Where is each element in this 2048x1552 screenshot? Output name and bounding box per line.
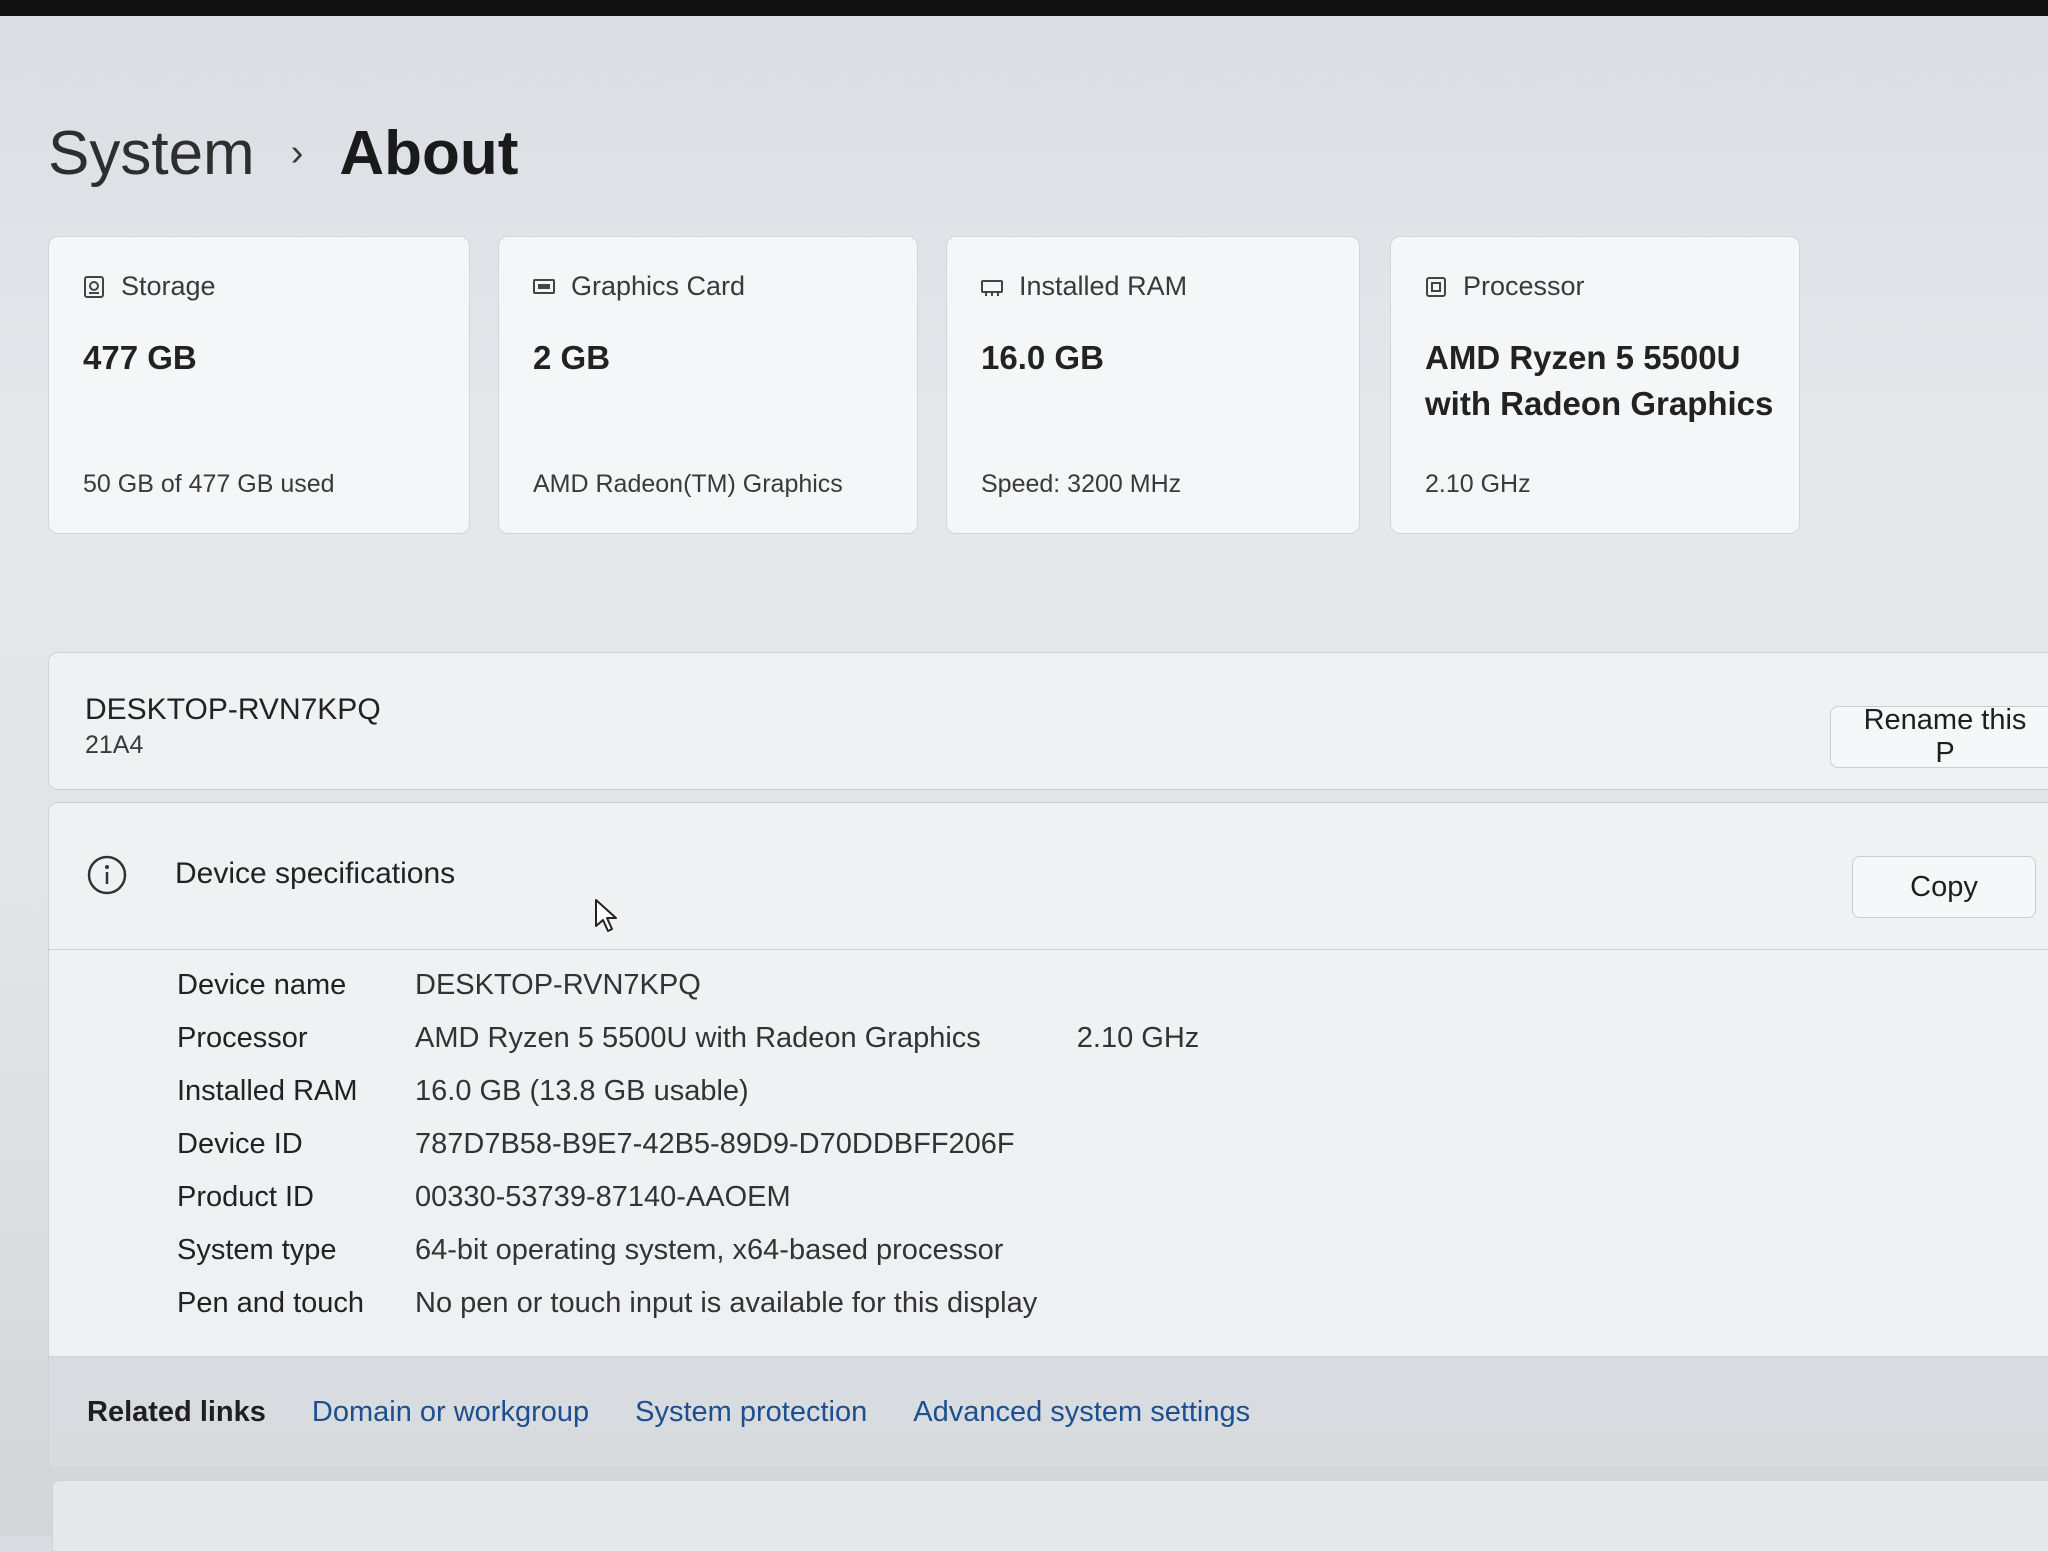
graphics-card-label: Graphics Card xyxy=(571,271,746,301)
device-name-panel: DESKTOP-RVN7KPQ 21A4 xyxy=(48,652,2048,790)
spec-label: Pen and touch xyxy=(177,1287,365,1319)
spec-value: AMD Ryzen 5 5500U with Radeon Graphics xyxy=(415,1022,981,1054)
processor-label: Processor xyxy=(1463,271,1585,301)
processor-speed: 2.10 GHz xyxy=(1425,470,1531,498)
storage-usage: 50 GB of 477 GB used xyxy=(83,470,335,498)
ram-speed: Speed: 3200 MHz xyxy=(981,470,1182,498)
storage-card[interactable]: Storage 477 GB 50 GB of 477 GB used xyxy=(48,236,470,534)
spec-label: Device ID xyxy=(177,1128,303,1160)
info-icon xyxy=(87,855,127,895)
spec-row-device-id: Device ID 787D7B58-B9E7-42B5-89D9-D70DDB… xyxy=(177,1128,1199,1181)
link-domain-or-workgroup[interactable]: Domain or workgroup xyxy=(312,1396,589,1429)
storage-icon xyxy=(84,275,104,298)
spec-row-installed-ram: Installed RAM 16.0 GB (13.8 GB usable) xyxy=(177,1075,1199,1128)
device-name: DESKTOP-RVN7KPQ xyxy=(85,693,381,726)
link-system-protection[interactable]: System protection xyxy=(635,1396,867,1429)
related-links-bar: Related links Domain or workgroup System… xyxy=(48,1357,2048,1469)
spec-label: System type xyxy=(177,1234,337,1266)
chevron-right-icon: › xyxy=(290,132,304,174)
related-links-title: Related links xyxy=(87,1396,266,1428)
spec-label: Device name xyxy=(177,969,347,1001)
link-advanced-system-settings[interactable]: Advanced system settings xyxy=(913,1396,1250,1429)
processor-value-line-1: AMD Ryzen 5 5500U xyxy=(1425,339,1741,376)
device-specifications-title: Device specifications xyxy=(175,857,456,890)
spec-value: 787D7B58-B9E7-42B5-89D9-D70DDBFF206F xyxy=(415,1128,1015,1160)
spec-label: Processor xyxy=(177,1022,308,1054)
breadcrumb-system[interactable]: System xyxy=(48,118,255,189)
mouse-cursor-icon xyxy=(595,899,617,932)
spec-value: 16.0 GB (13.8 GB usable) xyxy=(415,1075,749,1107)
spec-value: DESKTOP-RVN7KPQ xyxy=(415,969,701,1001)
device-model: 21A4 xyxy=(85,731,144,759)
spec-value: 00330-53739-87140-AAOEM xyxy=(415,1181,791,1213)
ram-icon xyxy=(981,279,1003,296)
ram-value: 16.0 GB xyxy=(981,339,1104,376)
spec-label: Product ID xyxy=(177,1181,314,1213)
spec-processor-speed: 2.10 GHz xyxy=(1076,1022,1200,1054)
storage-label: Storage xyxy=(121,271,216,301)
device-specifications-panel: Device specifications Device name DESKTO… xyxy=(48,802,2048,1357)
spec-list: Device name DESKTOP-RVN7KPQ Processor AM… xyxy=(177,969,1199,1340)
ram-card[interactable]: Installed RAM 16.0 GB Speed: 3200 MHz xyxy=(946,236,1360,534)
window-top-edge xyxy=(0,0,2048,16)
next-section-panel xyxy=(52,1480,2048,1552)
processor-value: AMD Ryzen 5 5500U with Radeon Graphics xyxy=(1425,335,1773,427)
spec-row-processor: Processor AMD Ryzen 5 5500U with Radeon … xyxy=(177,1022,1199,1075)
spec-row-device-name: Device name DESKTOP-RVN7KPQ xyxy=(177,969,1199,1022)
graphics-card-model: AMD Radeon(TM) Graphics xyxy=(533,470,843,498)
spec-value: 64-bit operating system, x64-based proce… xyxy=(415,1234,1004,1266)
processor-card[interactable]: Processor AMD Ryzen 5 5500U with Radeon … xyxy=(1390,236,1800,534)
storage-value: 477 GB xyxy=(83,339,197,376)
spec-label: Installed RAM xyxy=(177,1075,358,1107)
spec-value: No pen or touch input is available for t… xyxy=(415,1287,1038,1319)
ram-label: Installed RAM xyxy=(1019,271,1188,301)
graphics-card-value: 2 GB xyxy=(533,339,611,376)
processor-value-line-2: with Radeon Graphics xyxy=(1425,385,1774,422)
processor-icon xyxy=(1426,276,1446,297)
copy-button[interactable]: Copy xyxy=(1852,856,2036,918)
device-specifications-header[interactable]: Device specifications xyxy=(49,803,2048,950)
spec-row-product-id: Product ID 00330-53739-87140-AAOEM xyxy=(177,1181,1199,1234)
graphics-card-icon xyxy=(533,278,555,294)
breadcrumb: System › About xyxy=(48,118,518,189)
spec-row-system-type: System type 64-bit operating system, x64… xyxy=(177,1234,1199,1287)
rename-pc-button[interactable]: Rename this P xyxy=(1830,704,2048,769)
page-title: About xyxy=(339,119,519,188)
graphics-card-card[interactable]: Graphics Card 2 GB AMD Radeon(TM) Graphi… xyxy=(498,236,918,534)
spec-row-pen-and-touch: Pen and touch No pen or touch input is a… xyxy=(177,1287,1199,1340)
